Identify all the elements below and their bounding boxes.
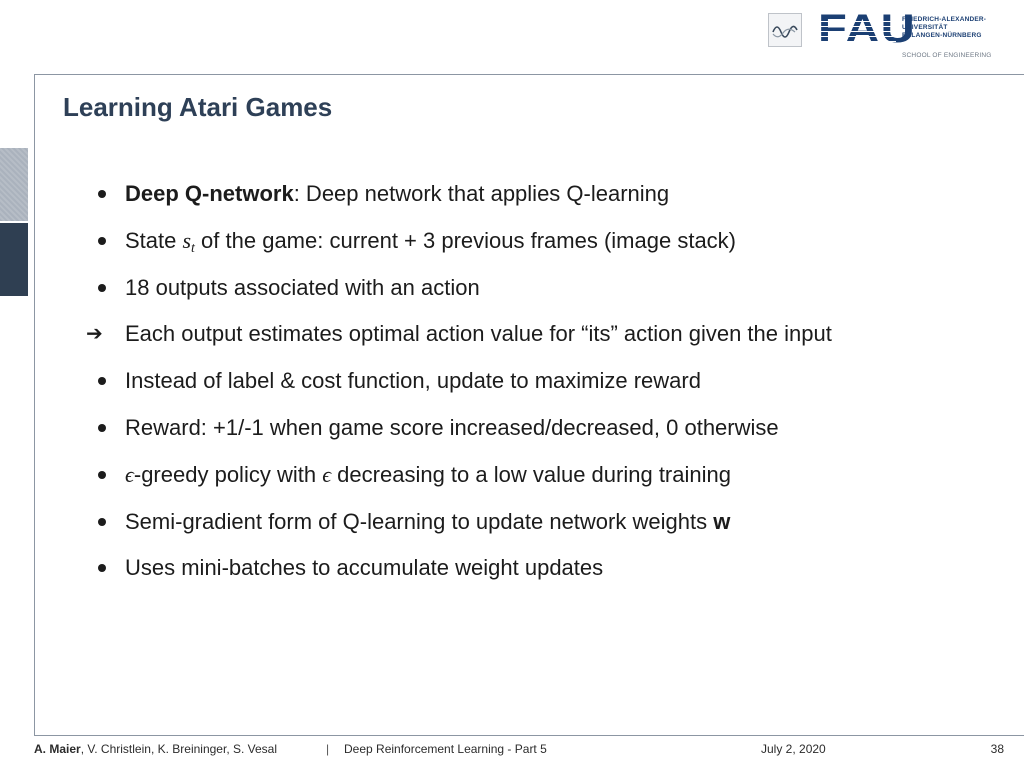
bullet-text: Semi-gradient form of Q-learning to upda… bbox=[125, 508, 714, 534]
bullet-text: decreasing to a low value during trainin… bbox=[331, 461, 731, 487]
page-number: 38 bbox=[990, 742, 1004, 756]
bullet-bold-lead: Deep Q-network bbox=[125, 181, 294, 206]
slide-footer: A. Maier, V. Christlein, K. Breininger, … bbox=[34, 742, 1004, 760]
side-tab-light bbox=[0, 148, 28, 221]
bullet-item: 18 outputs associated with an action bbox=[92, 270, 992, 317]
bullet-text: 18 outputs associated with an action bbox=[125, 274, 480, 300]
footer-other-authors: , V. Christlein, K. Breininger, S. Vesal bbox=[80, 742, 278, 756]
math-variable: s bbox=[182, 227, 192, 253]
university-line-1: FRIEDRICH-ALEXANDER- bbox=[902, 16, 987, 23]
bullet-item: Reward: +1/-1 when game score increased/… bbox=[92, 410, 992, 457]
university-name: FRIEDRICH-ALEXANDER- UNIVERSITÄT ERLANGE… bbox=[902, 16, 986, 40]
math-epsilon: ϵ bbox=[125, 461, 134, 487]
bullet-item: State st of the game: current + 3 previo… bbox=[92, 223, 992, 270]
bullet-dot-icon bbox=[96, 410, 116, 446]
bullet-list: Deep Q-network: Deep network that applie… bbox=[86, 176, 992, 597]
bullet-text: Instead of label & cost function, update… bbox=[125, 368, 701, 394]
bullet-text: Reward: +1/-1 when game score increased/… bbox=[125, 414, 779, 440]
arrow-right-icon: ➔ bbox=[86, 323, 103, 346]
bullet-text: Uses mini-batches to accumulate weight u… bbox=[125, 555, 604, 581]
university-line-3: ERLANGEN-NÜRNBERG bbox=[902, 32, 982, 39]
footer-course: Deep Reinforcement Learning - Part 5 bbox=[344, 742, 547, 756]
bullet-item: Uses mini-batches to accumulate weight u… bbox=[92, 550, 992, 597]
footer-separator: | bbox=[326, 742, 330, 756]
bullet-dot-icon bbox=[96, 457, 116, 493]
bullet-item: Semi-gradient form of Q-learning to upda… bbox=[92, 504, 992, 551]
bullet-dot-icon bbox=[96, 550, 116, 586]
bullet-mid-text: -greedy policy with bbox=[133, 461, 323, 487]
bullet-dot-icon bbox=[96, 363, 116, 399]
slide-title: Learning Atari Games bbox=[63, 92, 333, 122]
bullet-dot-icon bbox=[96, 176, 116, 212]
footer-lead-author: A. Maier bbox=[34, 742, 81, 756]
bullet-item: Instead of label & cost function, update… bbox=[92, 363, 992, 410]
bullet-dot-icon bbox=[96, 223, 116, 259]
math-epsilon: ϵ bbox=[322, 461, 332, 487]
bullet-item: Deep Q-network: Deep network that applie… bbox=[92, 176, 992, 223]
side-tab-dark bbox=[0, 223, 28, 296]
university-line-2: UNIVERSITÄT bbox=[902, 24, 948, 31]
bullet-text: : Deep network that applies Q-learning bbox=[293, 181, 670, 206]
footer-date: July 2, 2020 bbox=[761, 742, 826, 756]
institute-logo-icon bbox=[768, 13, 802, 47]
bullet-pre-text: State bbox=[125, 227, 183, 253]
bullet-dot-icon bbox=[96, 270, 116, 306]
bullet-item: ➔ Each output estimates optimal action v… bbox=[86, 316, 992, 363]
bullet-dot-icon bbox=[96, 504, 116, 540]
bullet-text: Each output estimates optimal action val… bbox=[125, 321, 832, 347]
math-bold-weights: w bbox=[713, 508, 731, 534]
bullet-item: ϵ-greedy policy with ϵ decreasing to a l… bbox=[92, 457, 992, 504]
footer-authors: A. Maier, V. Christlein, K. Breininger, … bbox=[34, 742, 277, 756]
bullet-text: of the game: current + 3 previous frames… bbox=[194, 227, 736, 253]
school-name: SCHOOL OF ENGINEERING bbox=[902, 52, 992, 59]
